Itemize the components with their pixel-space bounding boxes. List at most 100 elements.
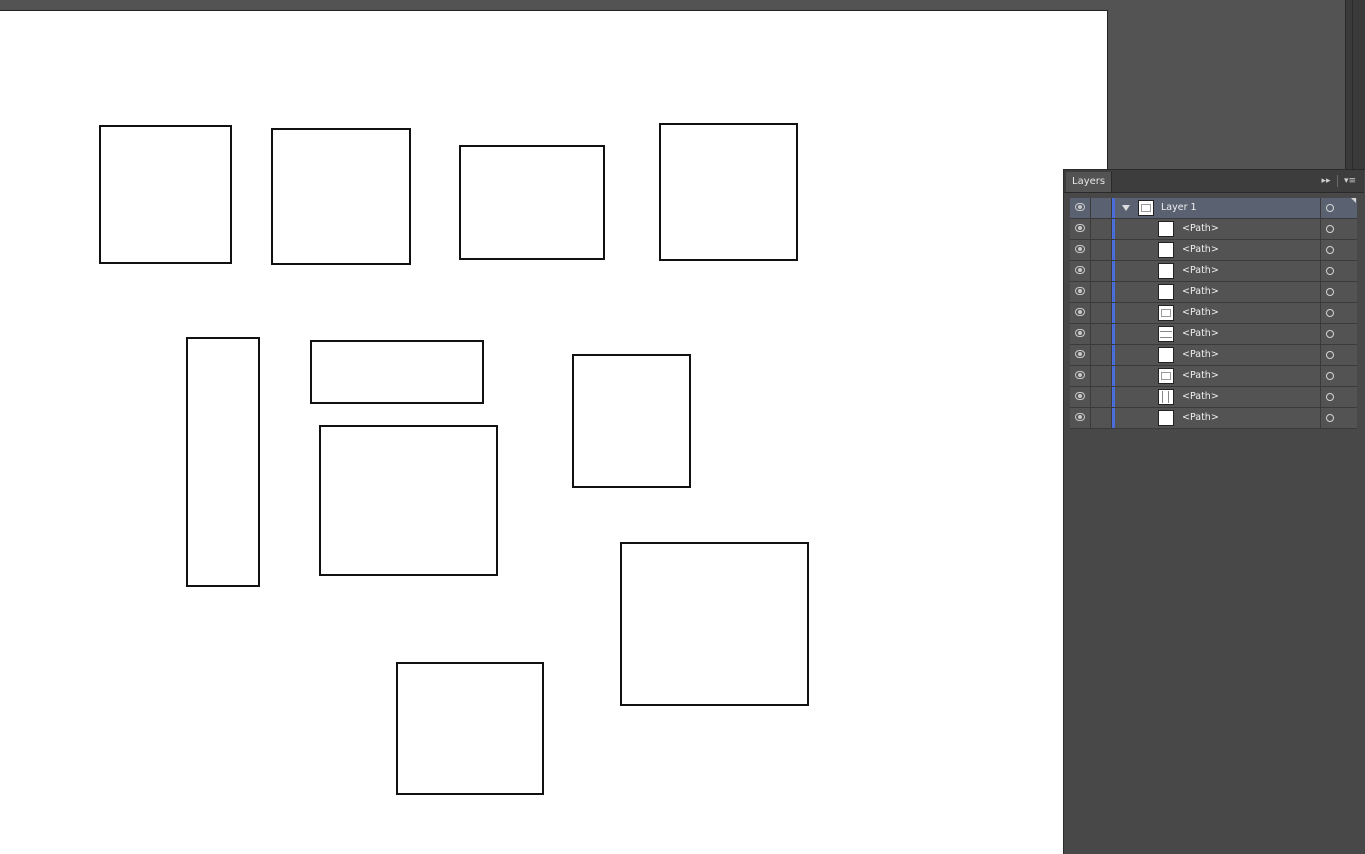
layers-panel-header: Layers ▸▸ ▾≡ — [1064, 170, 1364, 193]
lock-toggle[interactable] — [1091, 366, 1112, 386]
visibility-toggle[interactable] — [1070, 324, 1091, 344]
eye-icon[interactable] — [1075, 203, 1085, 211]
artboard[interactable] — [0, 10, 1108, 854]
row-divider — [1320, 408, 1321, 428]
rectangle-path[interactable] — [310, 340, 484, 404]
eye-icon[interactable] — [1075, 329, 1085, 337]
eye-icon[interactable] — [1075, 308, 1085, 316]
path-row[interactable]: <Path> — [1070, 261, 1357, 282]
rectangle-path[interactable] — [572, 354, 691, 488]
layer-color-bar — [1112, 366, 1115, 386]
target-circle-icon[interactable] — [1326, 288, 1334, 296]
rectangle-path[interactable] — [396, 662, 544, 795]
layer-name[interactable]: Layer 1 — [1161, 198, 1197, 218]
eye-icon[interactable] — [1075, 224, 1085, 232]
target-circle-icon[interactable] — [1326, 372, 1334, 380]
eye-icon[interactable] — [1075, 392, 1085, 400]
target-circle-icon[interactable] — [1326, 225, 1334, 233]
row-divider — [1320, 282, 1321, 302]
row-divider — [1320, 387, 1321, 407]
header-separator — [1337, 175, 1338, 187]
visibility-toggle[interactable] — [1070, 198, 1091, 218]
path-name[interactable]: <Path> — [1182, 240, 1219, 260]
visibility-toggle[interactable] — [1070, 408, 1091, 428]
path-name[interactable]: <Path> — [1182, 282, 1219, 302]
path-row[interactable]: <Path> — [1070, 387, 1357, 408]
path-name[interactable]: <Path> — [1182, 387, 1219, 407]
target-circle-icon[interactable] — [1326, 204, 1334, 212]
rectangle-path[interactable] — [659, 123, 798, 261]
layer-color-bar — [1112, 408, 1115, 428]
disclosure-triangle-icon[interactable] — [1122, 205, 1130, 211]
visibility-toggle[interactable] — [1070, 240, 1091, 260]
lock-toggle[interactable] — [1091, 324, 1112, 344]
target-circle-icon[interactable] — [1326, 393, 1334, 401]
lock-toggle[interactable] — [1091, 219, 1112, 239]
layer-row[interactable]: Layer 1 — [1070, 198, 1357, 219]
path-thumbnail — [1158, 389, 1174, 405]
layers-tab[interactable]: Layers — [1066, 172, 1113, 192]
lock-toggle[interactable] — [1091, 240, 1112, 260]
path-row[interactable]: <Path> — [1070, 282, 1357, 303]
rectangle-path[interactable] — [186, 337, 260, 587]
lock-toggle[interactable] — [1091, 261, 1112, 281]
layer-color-bar — [1112, 345, 1115, 365]
target-circle-icon[interactable] — [1326, 351, 1334, 359]
rectangle-path[interactable] — [459, 145, 605, 260]
row-divider — [1320, 303, 1321, 323]
path-name[interactable]: <Path> — [1182, 366, 1219, 386]
visibility-toggle[interactable] — [1070, 219, 1091, 239]
rectangle-path[interactable] — [620, 542, 809, 706]
path-name[interactable]: <Path> — [1182, 261, 1219, 281]
path-thumbnail — [1158, 347, 1174, 363]
lock-toggle[interactable] — [1091, 198, 1112, 218]
visibility-toggle[interactable] — [1070, 387, 1091, 407]
eye-icon[interactable] — [1075, 350, 1085, 358]
collapse-panel-icon[interactable]: ▸▸ — [1319, 174, 1333, 188]
visibility-toggle[interactable] — [1070, 303, 1091, 323]
target-circle-icon[interactable] — [1326, 246, 1334, 254]
path-row[interactable]: <Path> — [1070, 345, 1357, 366]
path-row[interactable]: <Path> — [1070, 408, 1357, 429]
eye-icon[interactable] — [1075, 245, 1085, 253]
eye-icon[interactable] — [1075, 287, 1085, 295]
rectangle-path[interactable] — [319, 425, 498, 576]
visibility-toggle[interactable] — [1070, 282, 1091, 302]
visibility-toggle[interactable] — [1070, 345, 1091, 365]
layer-color-bar — [1112, 324, 1115, 344]
lock-toggle[interactable] — [1091, 282, 1112, 302]
layer-color-bar — [1112, 198, 1115, 218]
eye-icon[interactable] — [1075, 266, 1085, 274]
rectangle-path[interactable] — [271, 128, 411, 265]
lock-toggle[interactable] — [1091, 303, 1112, 323]
path-row[interactable]: <Path> — [1070, 324, 1357, 345]
top-bar — [0, 0, 1365, 10]
path-row[interactable]: <Path> — [1070, 303, 1357, 324]
target-circle-icon[interactable] — [1326, 267, 1334, 275]
lock-toggle[interactable] — [1091, 408, 1112, 428]
visibility-toggle[interactable] — [1070, 366, 1091, 386]
path-name[interactable]: <Path> — [1182, 219, 1219, 239]
layer-color-bar — [1112, 240, 1115, 260]
path-row[interactable]: <Path> — [1070, 366, 1357, 387]
target-circle-icon[interactable] — [1326, 330, 1334, 338]
panel-menu-icon[interactable]: ▾≡ — [1341, 174, 1359, 188]
row-divider — [1320, 219, 1321, 239]
row-divider — [1320, 240, 1321, 260]
rectangle-path[interactable] — [99, 125, 232, 264]
path-name[interactable]: <Path> — [1182, 324, 1219, 344]
lock-toggle[interactable] — [1091, 345, 1112, 365]
lock-toggle[interactable] — [1091, 387, 1112, 407]
eye-icon[interactable] — [1075, 413, 1085, 421]
target-circle-icon[interactable] — [1326, 414, 1334, 422]
path-row[interactable]: <Path> — [1070, 219, 1357, 240]
target-circle-icon[interactable] — [1326, 309, 1334, 317]
eye-icon[interactable] — [1075, 371, 1085, 379]
row-divider — [1320, 366, 1321, 386]
path-name[interactable]: <Path> — [1182, 345, 1219, 365]
path-row[interactable]: <Path> — [1070, 240, 1357, 261]
path-name[interactable]: <Path> — [1182, 303, 1219, 323]
visibility-toggle[interactable] — [1070, 261, 1091, 281]
path-name[interactable]: <Path> — [1182, 408, 1219, 428]
path-thumbnail — [1158, 326, 1174, 342]
